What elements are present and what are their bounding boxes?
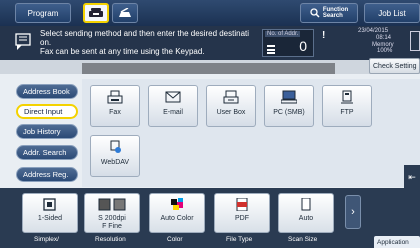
- nav-address-reg[interactable]: Address Reg.: [16, 167, 78, 182]
- resolution-value: S 200dpi: [98, 215, 126, 222]
- date-display: 23/04/2015: [358, 28, 389, 34]
- single-sided-icon: [43, 198, 56, 211]
- scanner-icon: [119, 8, 131, 17]
- toner-status-icon: [410, 31, 420, 51]
- file-type-value: PDF: [235, 215, 249, 222]
- message-bar: Select sending method and then enter the…: [0, 26, 420, 60]
- ftp-icon: [341, 90, 353, 104]
- pc-smb-label: PC (SMB): [273, 109, 305, 116]
- ftp-label: FTP: [340, 109, 354, 116]
- fax-scan-tab[interactable]: [83, 3, 109, 23]
- caption-scan-size: Scan Size: [288, 236, 318, 243]
- email-icon: [165, 91, 181, 103]
- collapse-arrow-button[interactable]: ⇤: [404, 165, 420, 189]
- caption-color: Color: [167, 236, 183, 243]
- resolution-icon: [98, 198, 126, 211]
- color-button[interactable]: Auto Color: [149, 193, 205, 233]
- email-label: E-mail: [163, 109, 183, 116]
- message-icon: [15, 33, 31, 50]
- fax-label: Fax: [109, 109, 121, 116]
- address-count-value: 0: [299, 38, 307, 54]
- scan-mode-tab[interactable]: [112, 3, 138, 23]
- message-line-3: Fax can be sent at any time using the Ke…: [40, 47, 205, 56]
- color-icon: [171, 198, 183, 210]
- email-button[interactable]: E-mail: [148, 85, 198, 127]
- webdav-label: WebDAV: [100, 159, 130, 166]
- simplex-duplex-value: 1-Sided: [37, 215, 63, 222]
- function-search-label-line2: Search: [322, 13, 343, 19]
- list-icon: [267, 45, 275, 54]
- ftp-button[interactable]: FTP: [322, 85, 372, 127]
- nav-address-book[interactable]: Address Book: [16, 84, 78, 99]
- scan-size-value: Auto: [298, 215, 314, 222]
- application-tab[interactable]: Application: [374, 236, 420, 248]
- phone-icon: [89, 8, 103, 17]
- memory-value: 100%: [377, 48, 393, 54]
- resolution-value-2: F Fine: [102, 223, 122, 230]
- fax-button[interactable]: Fax: [90, 85, 140, 127]
- caption-simplex-duplex: Simplex/: [34, 236, 59, 243]
- page-icon: [301, 198, 311, 211]
- program-tab[interactable]: Program: [15, 3, 71, 23]
- fax-icon: [107, 90, 123, 104]
- user-box-label: User Box: [216, 109, 246, 116]
- message-line-1: Select sending method and then enter the…: [40, 29, 250, 38]
- time-display: 08:14: [376, 35, 392, 41]
- user-box-button[interactable]: User Box: [206, 85, 256, 127]
- nav-job-history[interactable]: Job History: [16, 124, 78, 139]
- job-list-tab[interactable]: Job List: [364, 3, 420, 23]
- webdav-icon: [110, 140, 121, 153]
- next-settings-button[interactable]: ›: [345, 195, 361, 229]
- function-search-label: Function Search: [323, 7, 348, 19]
- color-value: Auto Color: [160, 215, 194, 222]
- pc-icon: [281, 90, 297, 104]
- check-setting-button[interactable]: Check Setting: [369, 58, 420, 74]
- address-count-label: No. of Addr.: [265, 31, 301, 37]
- scan-size-button[interactable]: Auto: [278, 193, 334, 233]
- file-type-button[interactable]: PDF: [214, 193, 270, 233]
- pc-smb-button[interactable]: PC (SMB): [264, 85, 314, 127]
- simplex-duplex-button[interactable]: 1-Sided: [22, 193, 78, 233]
- destination-field: [82, 63, 335, 74]
- warning-icon[interactable]: !: [322, 30, 325, 41]
- message-line-2: on.: [40, 38, 52, 47]
- user-box-icon: [223, 90, 239, 104]
- pdf-file-icon: [236, 198, 248, 211]
- nav-addr-search[interactable]: Addr. Search: [16, 145, 78, 160]
- caption-resolution: Resolution: [95, 236, 126, 243]
- address-count-box[interactable]: No. of Addr. 0: [262, 29, 314, 57]
- magnifier-icon: [310, 8, 320, 18]
- function-search-button[interactable]: Function Search: [300, 3, 358, 23]
- resolution-button[interactable]: S 200dpi F Fine: [84, 193, 140, 233]
- nav-direct-input[interactable]: Direct Input: [16, 104, 78, 119]
- caption-file-type: File Type: [226, 236, 253, 243]
- webdav-button[interactable]: WebDAV: [90, 135, 140, 177]
